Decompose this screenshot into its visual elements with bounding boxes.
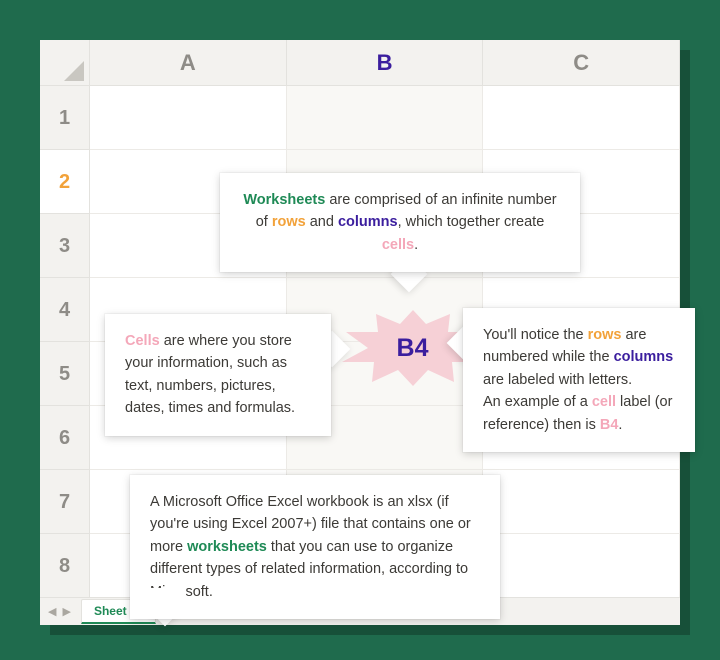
row-header-3[interactable]: 3 — [40, 214, 90, 278]
row-header-8[interactable]: 8 — [40, 534, 90, 597]
cell-c7[interactable] — [483, 470, 680, 534]
row-header-2[interactable]: 2 — [40, 150, 90, 214]
hl-cells: Cells — [125, 333, 160, 349]
callout-cells: Cells are where you store your informati… — [105, 314, 331, 436]
row-header-6[interactable]: 6 — [40, 406, 90, 470]
hl-worksheets: Worksheets — [243, 192, 325, 208]
selected-cell-starburst: B4 — [360, 320, 465, 376]
row-header-5[interactable]: 5 — [40, 342, 90, 406]
callout-rows-columns: You'll notice the rows are numbered whil… — [463, 308, 695, 452]
hl-columns: columns — [614, 349, 674, 365]
row-header-1[interactable]: 1 — [40, 86, 90, 150]
hl-cell: cell — [592, 394, 616, 410]
hl-rows: rows — [272, 214, 306, 230]
column-header-b[interactable]: B — [287, 40, 484, 86]
spreadsheet-window: A B C 1 2 3 4 5 6 7 8 B4 Worksheets are … — [40, 40, 680, 625]
next-sheet-icon[interactable]: ▶ — [62, 605, 70, 618]
hl-b4: B4 — [600, 417, 619, 433]
callout-workbook: A Microsoft Office Excel workbook is an … — [130, 475, 500, 619]
hl-rows: rows — [588, 327, 622, 343]
column-header-a[interactable]: A — [90, 40, 287, 86]
row-header-4[interactable]: 4 — [40, 278, 90, 342]
hl-columns: columns — [338, 214, 398, 230]
cell-a1[interactable] — [90, 86, 287, 150]
cell-b1[interactable] — [287, 86, 484, 150]
column-header-c[interactable]: C — [483, 40, 680, 86]
selected-cell-label: B4 — [397, 334, 429, 363]
row-header-7[interactable]: 7 — [40, 470, 90, 534]
select-all-corner[interactable] — [40, 40, 90, 86]
hl-worksheets: worksheets — [187, 539, 267, 555]
hl-cells: cells — [382, 237, 414, 253]
prev-sheet-icon[interactable]: ◀ — [48, 605, 56, 618]
cell-c1[interactable] — [483, 86, 680, 150]
cell-c8[interactable] — [483, 534, 680, 597]
